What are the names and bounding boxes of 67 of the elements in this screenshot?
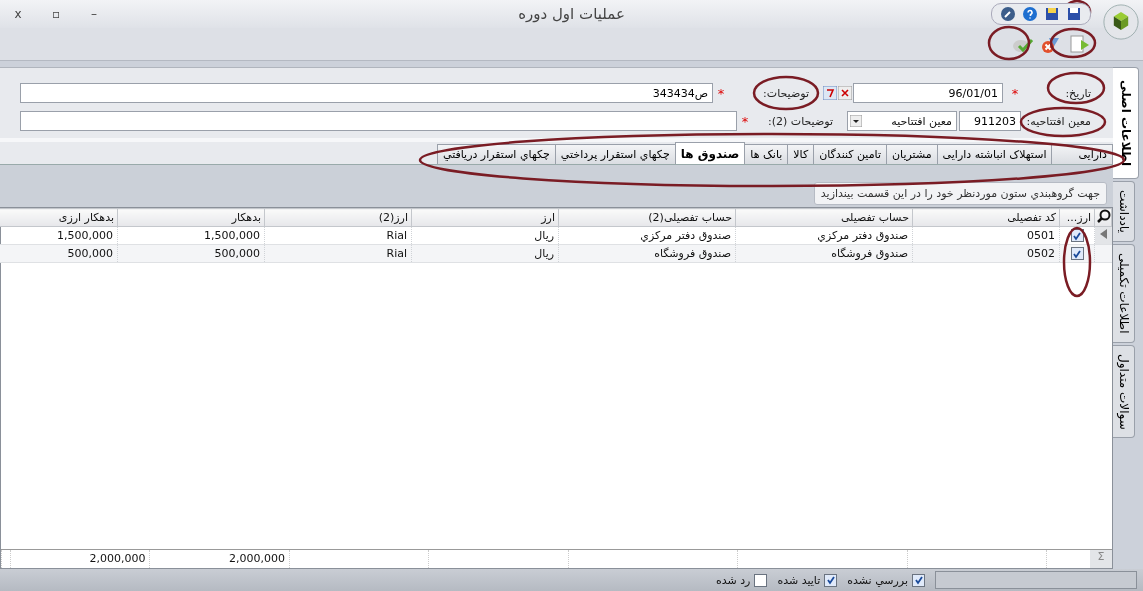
tab[interactable]: کالا [787, 144, 815, 164]
window-control-button[interactable]: ▫ [44, 7, 68, 21]
tab[interactable]: استهلاک انباشته دارایی [936, 144, 1053, 164]
tab[interactable]: چکهاي استقرار دريافتي [436, 144, 556, 164]
column-header[interactable]: بدهکار ارزی [0, 208, 118, 227]
highlight-ellipse [1049, 27, 1097, 59]
filter-checkbox[interactable] [754, 573, 768, 587]
table-cell: 0501 [912, 226, 1060, 245]
table-cell: صندوق دفتر مرکزي [558, 226, 736, 245]
side-tab[interactable]: يادداشت [1113, 181, 1135, 243]
help-icon[interactable] [1022, 6, 1038, 22]
table-cell: 1,500,000 [0, 226, 118, 245]
window-control-button[interactable]: x [6, 7, 30, 21]
required-mark: * [1010, 85, 1020, 101]
search-icon[interactable] [1097, 209, 1111, 223]
date-field[interactable]: 96/01/01 [853, 83, 1003, 103]
required-mark: * [716, 85, 726, 101]
table-cell: صندوق دفتر مرکزي [735, 226, 913, 245]
tab[interactable]: صندوق ها [674, 142, 746, 164]
window-control-button[interactable]: – [82, 7, 106, 21]
row-indicator-icon [1099, 229, 1108, 239]
field-label: توضیحات: [762, 86, 809, 100]
filter-label: تاييد شده [777, 573, 821, 587]
row-checkbox[interactable] [1070, 247, 1084, 261]
column-header[interactable]: حساب تفصیلی(2) [558, 208, 736, 227]
tab[interactable]: چکهاي استقرار پرداختي [554, 144, 676, 164]
table-cell: Rial [264, 226, 412, 245]
document-icon[interactable] [1067, 32, 1091, 56]
total-cell: 2,000,000 [149, 550, 289, 568]
field-label: معین افتتاحیه: [1025, 114, 1091, 128]
side-tab[interactable]: سوالات متداول [1113, 344, 1135, 439]
filter-checkbox[interactable] [824, 573, 838, 587]
group-by-hint: جهت گروهبندي ستون موردنظر خود را در اين قسمت بيندازيد [813, 182, 1107, 205]
tab[interactable]: بانک ها [744, 144, 789, 164]
description-2-field[interactable] [20, 111, 737, 131]
table-cell: 1,500,000 [117, 226, 265, 245]
account-code-field[interactable]: 911203 [959, 111, 1021, 131]
account-dropdown[interactable]: معین افتتاحیه [847, 111, 957, 131]
column-header[interactable]: ارز(2) [264, 208, 412, 227]
column-header[interactable]: ارز... [1059, 208, 1095, 227]
filter-label: بررسي نشده [847, 573, 908, 587]
column-header[interactable]: ارز [411, 208, 559, 227]
highlight-ellipse [1062, 226, 1092, 298]
field-label: توضیحات (2): [767, 114, 833, 128]
side-tab[interactable]: اطلاعات اصلی [1113, 67, 1139, 180]
total-cell: 2,000,000 [9, 550, 150, 568]
column-header[interactable]: حساب تفصیلی [735, 208, 913, 227]
required-mark: * [740, 113, 750, 129]
window-title: عملیات اول دوره [518, 5, 625, 23]
calendar-icon[interactable] [823, 86, 837, 100]
field-label: تاریخ: [1064, 86, 1091, 100]
column-header[interactable]: کد تفصیلی [912, 208, 1060, 227]
highlight-ellipse [752, 75, 820, 111]
tab[interactable]: مشتریان [886, 144, 938, 164]
sum-sign: Σ [1090, 550, 1112, 568]
column-header[interactable]: بدهکار [117, 208, 265, 227]
dropdown-arrow-icon[interactable] [850, 115, 862, 127]
tab[interactable]: تامین کنندگان [813, 144, 887, 164]
highlight-ellipse [987, 25, 1031, 61]
filter-checkbox[interactable] [912, 573, 925, 587]
wrench-icon[interactable] [1000, 6, 1016, 22]
save-icon[interactable] [1044, 6, 1060, 22]
table-cell: ریال [411, 226, 559, 245]
clear-icon[interactable] [838, 86, 852, 100]
filter-label: رد شده [715, 573, 751, 587]
side-tab[interactable]: اطلاعات تکمیلی [1113, 244, 1135, 343]
description-field[interactable]: ص343434 [20, 83, 713, 103]
